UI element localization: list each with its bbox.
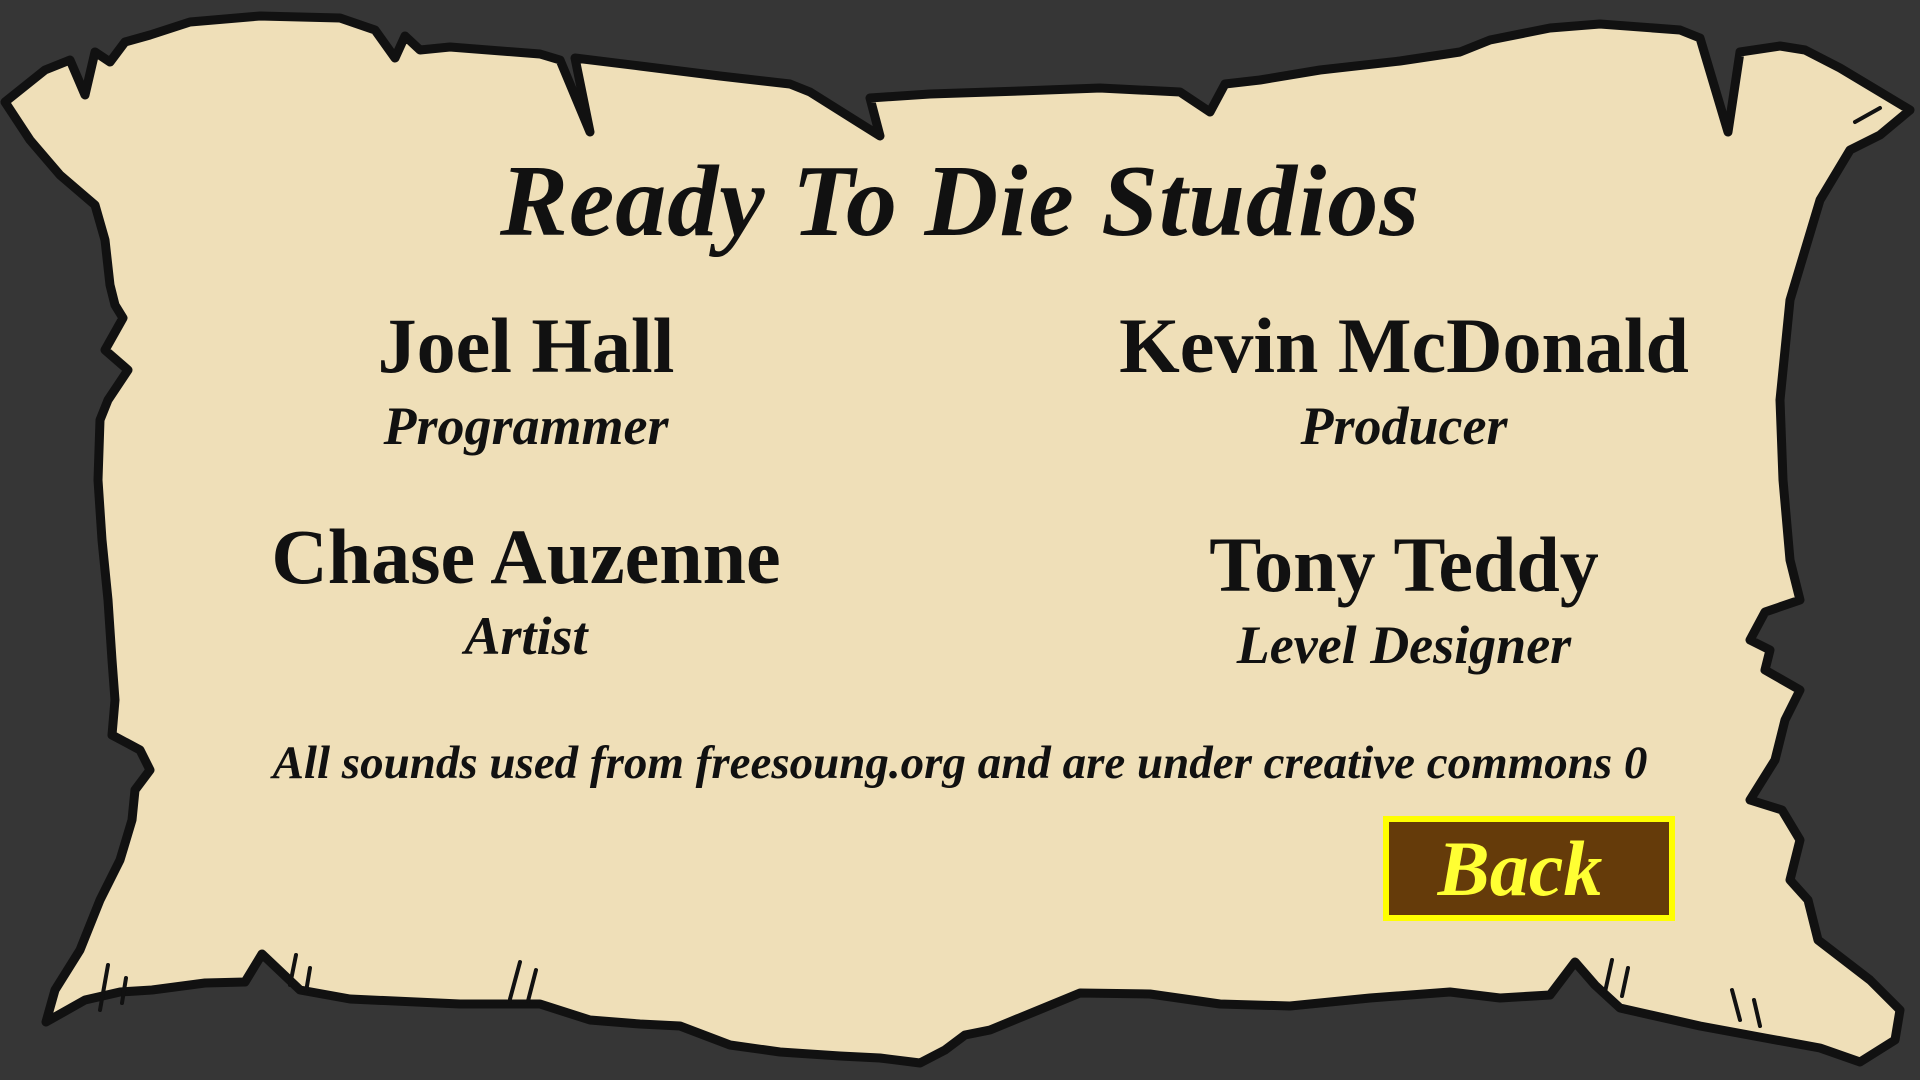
credit-role-producer: Producer: [1300, 396, 1508, 456]
credit-name-chase-auzenne: Chase Auzenne: [271, 513, 781, 600]
sound-credit-note: All sounds used from freesoung.org and a…: [272, 737, 1648, 789]
credit-name-joel-hall: Joel Hall: [377, 302, 675, 389]
credit-name-kevin-mcdonald: Kevin McDonald: [1119, 302, 1689, 389]
credit-name-tony-teddy: Tony Teddy: [1209, 521, 1599, 608]
credit-role-artist: Artist: [464, 606, 588, 666]
back-button[interactable]: Back: [1383, 816, 1675, 921]
studio-title: Ready To Die Studios: [499, 145, 1421, 258]
credits-screen: Ready To Die Studios Joel Hall Programme…: [0, 0, 1920, 1080]
credit-role-programmer: Programmer: [383, 396, 669, 456]
back-button-label: Back: [1437, 824, 1603, 912]
credit-role-level-designer: Level Designer: [1236, 615, 1572, 675]
